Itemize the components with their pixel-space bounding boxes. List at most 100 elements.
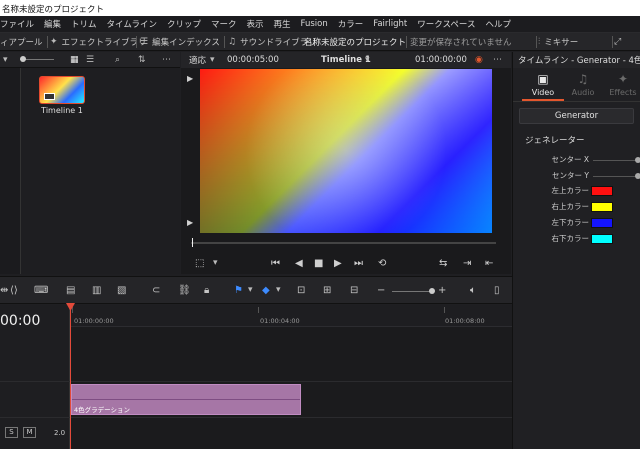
chevron-down-icon[interactable]: ▾	[210, 55, 215, 65]
timeline-name-dropdown[interactable]: Timeline 1	[321, 55, 371, 65]
bottom-right-color-label: 右下カラー	[551, 234, 590, 243]
sort-icon[interactable]: ⇅	[138, 55, 146, 65]
zoom-detail-icon[interactable]: ⊞	[323, 285, 331, 296]
menu-color[interactable]: カラー	[338, 18, 364, 30]
link-icon[interactable]: ⛓	[178, 285, 191, 296]
scrubber-playhead[interactable]	[192, 238, 193, 247]
menu-mark[interactable]: マーク	[211, 18, 237, 30]
tab-effects[interactable]: ✦ Effects	[603, 72, 640, 97]
menu-workspace[interactable]: ワークスペース	[417, 18, 475, 30]
inspector-panel: タイムライン - Generator - 4色グラデ ▣ Video ♫ Aud…	[512, 52, 640, 449]
lock-icon[interactable]: 🔒︎	[204, 285, 209, 296]
grid-view-icon[interactable]: ▦	[70, 55, 79, 65]
search-icon[interactable]: ⌕	[115, 55, 120, 65]
zoom-slider[interactable]	[392, 291, 432, 292]
effects-library-toggle[interactable]: ✦ エフェクトライブラリ	[50, 36, 147, 48]
replace-clip-icon[interactable]: ▧	[117, 285, 126, 296]
go-to-start-icon[interactable]: ⏮	[271, 258, 280, 269]
menu-fusion[interactable]: Fusion	[301, 19, 328, 29]
menu-help[interactable]: ヘルプ	[485, 18, 511, 30]
playhead[interactable]	[70, 303, 71, 449]
speaker-icon[interactable]: 🔈︎	[470, 285, 476, 296]
bottom-left-color-swatch[interactable]	[591, 218, 613, 228]
film-icon: ▣	[537, 72, 549, 86]
ruler-label: 01:00:04:00	[260, 317, 300, 325]
bottom-right-color-swatch[interactable]	[591, 234, 613, 244]
zoom-out-icon[interactable]: −	[377, 285, 385, 296]
next-edit-icon[interactable]: ⇥	[463, 258, 471, 269]
edit-index-toggle[interactable]: ☰ 編集インデックス	[140, 36, 220, 48]
mixer-toggle[interactable]: ⫶ ミキサー	[538, 36, 578, 48]
generator-button[interactable]: Generator	[519, 108, 634, 124]
match-frame-icon[interactable]: ⇆	[439, 258, 447, 269]
flag-icon[interactable]: ⚑	[234, 285, 243, 296]
menu-playback[interactable]: 再生	[274, 18, 291, 30]
center-x-knob[interactable]	[635, 157, 640, 163]
zoom-in-icon[interactable]: +	[438, 285, 446, 296]
music-note-icon: ♫	[577, 72, 589, 86]
menu-trim[interactable]: トリム	[71, 18, 97, 30]
more-options-icon[interactable]: ⋯	[493, 55, 502, 65]
media-pool-toggle[interactable]: ィアプール	[0, 36, 43, 48]
divider	[47, 35, 48, 48]
previous-edit-icon[interactable]: ⇤	[485, 258, 493, 269]
menu-clip[interactable]: クリップ	[167, 18, 201, 30]
tab-video[interactable]: ▣ Video	[523, 72, 563, 97]
divider	[136, 35, 137, 48]
blade-icon[interactable]: ⟨⟩	[10, 285, 18, 296]
generator-clip[interactable]: 4色グラデーション	[71, 384, 301, 415]
top-left-color-swatch[interactable]	[591, 186, 613, 196]
center-y-knob[interactable]	[635, 173, 640, 179]
slider-knob[interactable]	[20, 56, 26, 62]
center-x-slider[interactable]	[593, 160, 640, 161]
mixer-label: ミキサー	[544, 37, 579, 48]
generator-section-title: ジェネレーター	[525, 136, 585, 146]
chevron-down-icon[interactable]: ▾	[365, 55, 370, 65]
tab-effects-label: Effects	[609, 88, 637, 97]
menu-file[interactable]: ファイル	[0, 18, 34, 30]
chevron-down-icon[interactable]: ▾	[248, 285, 253, 295]
menu-edit[interactable]: 編集	[44, 18, 61, 30]
scrubber-bar[interactable]	[191, 242, 496, 244]
zoom-full-icon[interactable]: ⊡	[297, 285, 305, 296]
loop-icon[interactable]: ⟲	[378, 258, 386, 269]
zoom-custom-icon[interactable]: ⊟	[350, 285, 358, 296]
step-back-icon[interactable]: ◀	[295, 258, 303, 269]
more-options-icon[interactable]: ⋯	[162, 55, 171, 65]
center-x-label: センター X	[551, 155, 589, 164]
dynamic-trim-icon[interactable]: ⇹	[0, 285, 8, 296]
zoom-fit-dropdown[interactable]: 適応	[189, 54, 206, 66]
mute-button[interactable]: M	[23, 427, 36, 438]
top-right-color-property: 右上カラー	[513, 201, 640, 215]
marker-icon[interactable]: ◆	[262, 285, 270, 296]
list-view-icon[interactable]: ☰	[86, 55, 94, 65]
main-toolbar: ィアプール ✦ エフェクトライブラリ ☰ 編集インデックス ♫ サウンドライブラ…	[0, 33, 640, 51]
inspector-header: タイムライン - Generator - 4色グラデ	[513, 52, 640, 68]
track-headers: 00:00 S M 2.0	[0, 305, 70, 449]
center-y-slider[interactable]	[593, 176, 640, 177]
stop-icon[interactable]: ■	[314, 258, 323, 269]
play-icon[interactable]: ▶	[334, 258, 342, 269]
video-preview[interactable]	[200, 69, 492, 233]
keyboard-icon[interactable]: ⌨	[34, 285, 48, 296]
snapping-icon[interactable]: ⊂	[152, 285, 160, 296]
top-right-color-swatch[interactable]	[591, 202, 613, 212]
chevron-down-icon[interactable]: ▾	[3, 55, 8, 65]
go-to-end-icon[interactable]: ⏭	[354, 258, 363, 269]
menu-view[interactable]: 表示	[246, 18, 263, 30]
viewer-header: 適応 ▾ 00:00:05:00 Timeline 1 ▾ 01:00:00:0…	[181, 52, 511, 68]
tab-audio[interactable]: ♫ Audio	[563, 72, 603, 97]
safe-area-icon[interactable]: ⬚	[195, 258, 204, 269]
overwrite-clip-icon[interactable]: ▥	[92, 285, 101, 296]
color-icon[interactable]: ◉	[475, 55, 483, 65]
inspector-toggle-icon[interactable]: ⤢	[614, 37, 621, 47]
menu-fairlight[interactable]: Fairlight	[373, 19, 407, 29]
chevron-down-icon[interactable]: ▾	[276, 285, 281, 295]
timeline-thumbnail[interactable]	[39, 76, 85, 104]
timeline-ruler[interactable]: 01:00:00:00 01:00:04:00 01:00:08:00	[70, 305, 512, 327]
chevron-down-icon[interactable]: ▾	[213, 258, 218, 268]
insert-clip-icon[interactable]: ▤	[66, 285, 75, 296]
solo-button[interactable]: S	[5, 427, 18, 438]
menu-timeline[interactable]: タイムライン	[107, 18, 157, 30]
zoom-knob[interactable]	[429, 288, 435, 294]
